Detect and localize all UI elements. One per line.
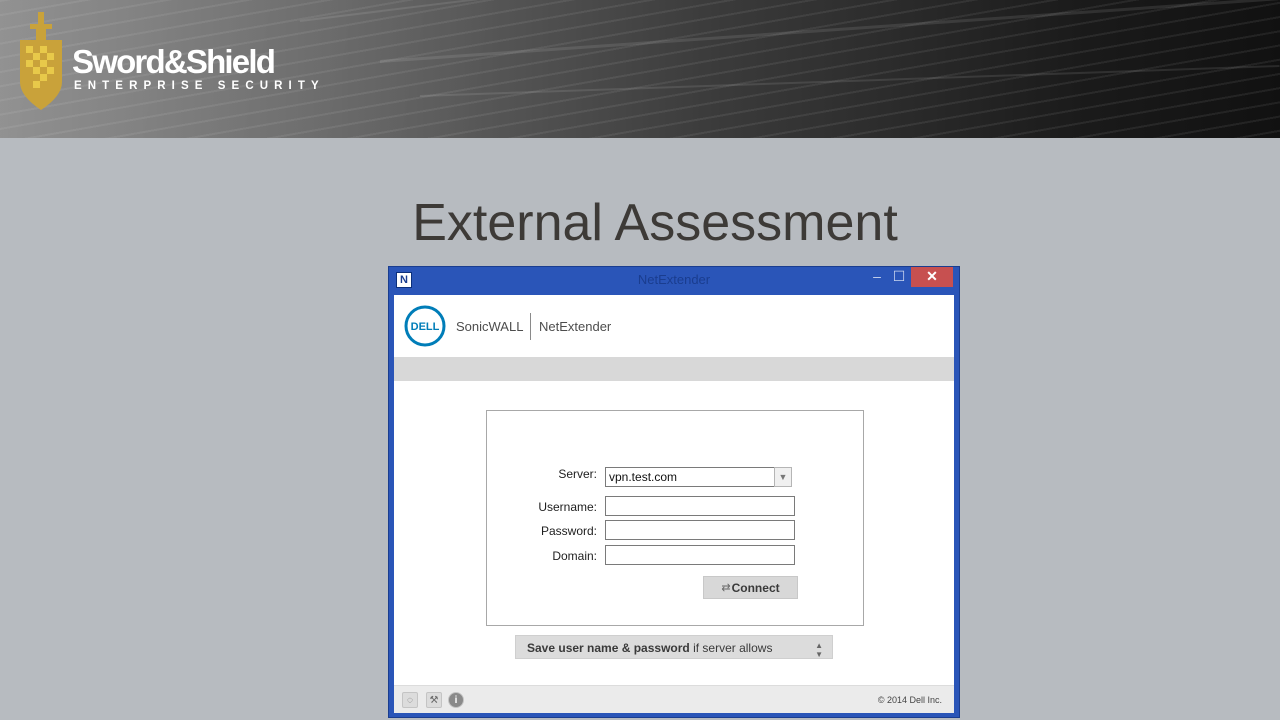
updown-arrow-icon: ▲ ▼: [815, 641, 823, 659]
save-option-bold: Save user name & password: [527, 641, 690, 655]
banner-streak: [299, 0, 1273, 22]
separator-bar: [394, 357, 954, 381]
banner-streak: [379, 0, 1278, 63]
domain-label: Domain:: [552, 549, 597, 563]
chevron-down-icon[interactable]: ▼: [774, 467, 792, 487]
save-credentials-select[interactable]: Save user name & password if server allo…: [515, 635, 833, 659]
connect-button[interactable]: ⇄ Connect: [703, 576, 798, 599]
close-button[interactable]: ✕: [911, 267, 953, 287]
save-option-rest: if server allows: [689, 641, 773, 655]
domain-field[interactable]: [605, 545, 795, 565]
brand-header: DELL SonicWALL NetExtender: [394, 295, 954, 357]
connect-label: Connect: [731, 580, 780, 595]
window-titlebar[interactable]: N NetExtender – ☐ ✕: [389, 267, 959, 295]
brand-netextender: NetExtender: [539, 319, 612, 334]
server-label: Server:: [558, 467, 597, 481]
username-field[interactable]: [605, 496, 795, 516]
shield-icon: [20, 12, 62, 110]
connect-icon: ⇄: [721, 582, 731, 594]
info-icon[interactable]: i: [448, 692, 464, 708]
settings-wrench-icon[interactable]: ⚒: [426, 692, 442, 708]
brand-tagline: ENTERPRISE SECURITY: [74, 80, 325, 92]
dell-logo-icon: DELL: [404, 305, 446, 347]
header-banner: Sword&Shield ENTERPRISE SECURITY: [0, 0, 1280, 138]
username-label: Username:: [538, 500, 597, 514]
slide-title: External Assessment: [412, 194, 898, 252]
password-field[interactable]: [605, 520, 795, 540]
sword-shield-logo: Sword&Shield ENTERPRISE SECURITY: [16, 10, 319, 115]
status-bar: ◌ ⚒ i © 2014 Dell Inc.: [394, 685, 954, 713]
banner-streak: [419, 64, 1280, 97]
netextender-window: N NetExtender – ☐ ✕ DELL SonicWALL NetEx…: [388, 266, 960, 718]
status-icon[interactable]: ◌: [402, 692, 418, 708]
brand-divider: [530, 313, 531, 340]
brand-sonicwall: SonicWALL: [456, 319, 524, 334]
brand-name: Sword&Shield: [72, 43, 276, 80]
dell-logo-text: DELL: [411, 321, 440, 333]
maximize-button[interactable]: ☐: [889, 267, 909, 287]
password-label: Password:: [540, 524, 597, 538]
window-client-area: DELL SonicWALL NetExtender Server: vpn.t…: [394, 295, 954, 713]
login-panel: Server: vpn.test.com ▼ Username: Passwor…: [486, 410, 864, 626]
minimize-button[interactable]: –: [867, 267, 887, 287]
server-combo-input[interactable]: vpn.test.com: [605, 467, 775, 487]
copyright-text: © 2014 Dell Inc.: [877, 695, 942, 705]
